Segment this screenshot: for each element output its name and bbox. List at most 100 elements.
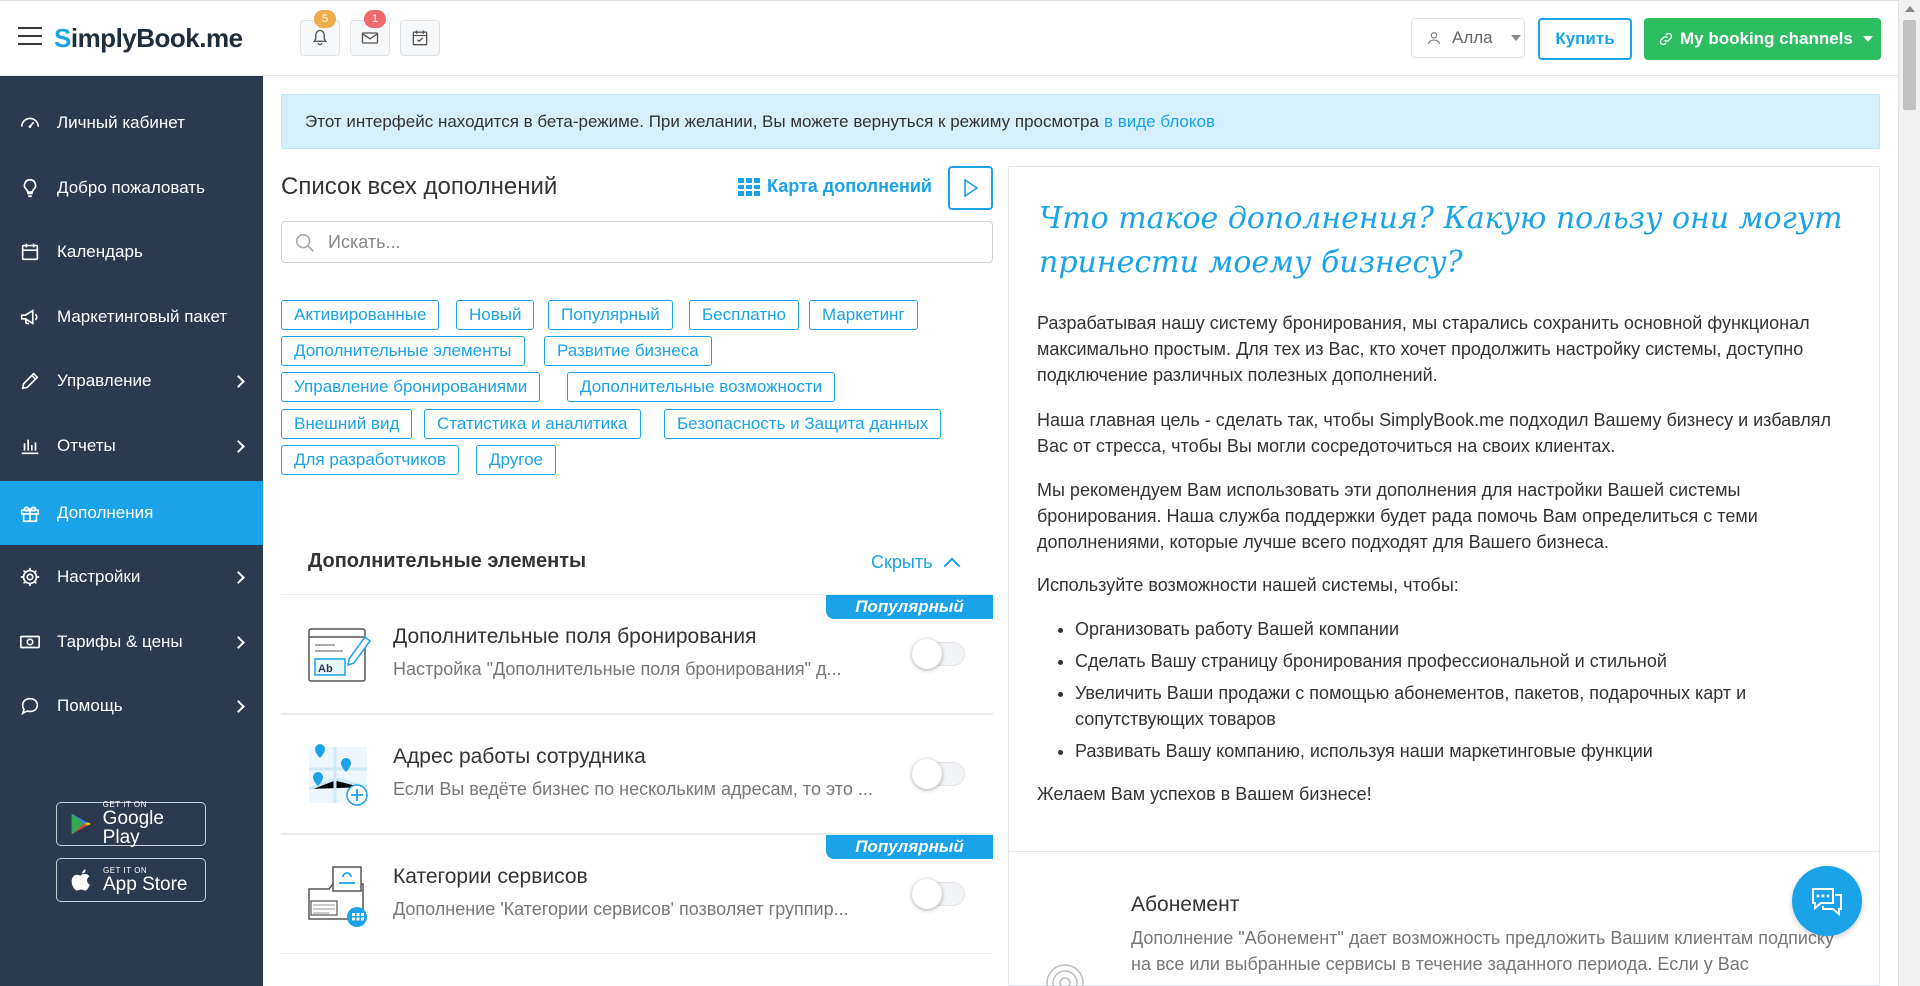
messages-count-badge: 1 (364, 10, 386, 28)
notifications-button[interactable]: 5 (300, 10, 340, 56)
chevron-right-icon (232, 635, 245, 649)
filter-tag[interactable]: Безопасность и Защита данных (664, 409, 942, 439)
sidebar-item-label: Календарь (57, 242, 143, 261)
user-menu-button[interactable]: Алла (1411, 18, 1525, 58)
google-play-icon (71, 813, 92, 835)
map-pins-icon (308, 744, 368, 806)
top-header: SimplyBook.me 5 1 Алла Купить My booking… (0, 0, 1898, 76)
addon-card[interactable]: Популярный Ab Дополнительные поля бронир… (281, 594, 993, 714)
search-icon (295, 233, 314, 252)
section-title: Дополнительные элементы (308, 550, 587, 572)
filter-tag[interactable]: Статистика и аналитика (424, 409, 641, 439)
filter-tag[interactable]: Популярный (548, 300, 673, 330)
sidebar-item-label: Помощь (57, 696, 123, 715)
filter-tag[interactable]: Дополнительные возможности (567, 372, 836, 402)
list-item: Организовать работу Вашей компании (1075, 616, 1855, 642)
sidebar-item-addons[interactable]: Дополнения (0, 481, 263, 545)
sidebar-item-dashboard[interactable]: Личный кабинет (0, 91, 263, 155)
booking-channels-button[interactable]: My booking channels (1644, 18, 1881, 60)
menu-toggle-icon[interactable] (18, 27, 42, 47)
addon-description: Настройка "Дополнительные поля бронирова… (393, 659, 842, 679)
sidebar: Личный кабинет Добро пожаловать Календар… (0, 76, 263, 986)
megaphone-icon (19, 306, 41, 328)
filter-tag[interactable]: Другое (476, 445, 557, 475)
filter-tag[interactable]: Управление бронированиями (281, 372, 541, 402)
form-fields-icon: Ab (308, 628, 372, 682)
gift-icon (19, 502, 41, 524)
sidebar-item-pricing[interactable]: Тарифы & цены (0, 610, 263, 674)
grid-icon (738, 177, 760, 196)
addons-info-panel: Что такое дополнения? Какую пользу они м… (1008, 166, 1880, 986)
filter-tag[interactable]: Маркетинг (809, 300, 918, 330)
info-paragraph: Мы рекомендуем Вам использовать эти допо… (1037, 480, 1758, 552)
filter-tag[interactable]: Дополнительные элементы (281, 336, 525, 366)
addons-map-label: Карта дополнений (767, 176, 932, 196)
list-item: Сделать Вашу страницу бронирования профе… (1075, 648, 1855, 674)
money-icon (19, 631, 41, 653)
chevron-down-icon (1510, 35, 1521, 41)
tasks-button[interactable] (400, 20, 440, 56)
sidebar-item-settings[interactable]: Настройки (0, 545, 263, 609)
beta-banner-text: Этот интерфейс находится в бета-режиме. … (305, 111, 1099, 131)
app-store-button[interactable]: GET IT ON App Store (56, 858, 206, 902)
popular-badge: Популярный (826, 835, 993, 859)
filter-tag[interactable]: Для разработчиков (281, 445, 459, 475)
addon-description: Дополнение "Абонемент" дает возможность … (1131, 928, 1835, 974)
play-video-button[interactable] (948, 166, 993, 210)
scroll-up-arrow-icon[interactable] (1905, 6, 1915, 12)
messages-button[interactable]: 1 (350, 10, 390, 56)
scrollbar-thumb[interactable] (1903, 20, 1916, 110)
divider (1009, 851, 1879, 852)
addons-search-input[interactable]: Искать... (281, 221, 993, 263)
chevron-right-icon (232, 439, 245, 453)
sidebar-item-label: Настройки (57, 567, 141, 586)
page-scrollbar[interactable] (1898, 0, 1920, 986)
filter-tag[interactable]: Новый (456, 300, 535, 330)
link-icon (1659, 32, 1673, 46)
list-item: Развивать Вашу компанию, используя наши … (1075, 738, 1855, 764)
filter-tag[interactable]: Активированные (281, 300, 440, 330)
app-logo[interactable]: SimplyBook.me (54, 23, 243, 54)
chevron-right-icon (232, 374, 245, 388)
info-paragraph: Используйте возможности нашей системы, ч… (1037, 575, 1459, 595)
calendar-icon (19, 241, 41, 263)
sidebar-item-welcome[interactable]: Добро пожаловать (0, 156, 263, 220)
sidebar-item-reports[interactable]: Отчеты (0, 414, 263, 478)
sidebar-item-label: Управление (57, 371, 152, 390)
addon-toggle[interactable] (912, 879, 965, 909)
info-paragraph: Желаем Вам успехов в Вашем бизнесе! (1037, 784, 1372, 804)
addon-description: Дополнение 'Категории сервисов' позволяе… (393, 899, 849, 919)
addon-title: Дополнительные поля бронирования (393, 625, 757, 648)
filter-tag[interactable]: Внешний вид (281, 409, 413, 439)
subscription-icon (1046, 964, 1084, 986)
sidebar-item-help[interactable]: Помощь (0, 674, 263, 738)
live-chat-button[interactable] (1792, 866, 1862, 936)
addon-card[interactable]: Популярный Категории сервисов Дополнение… (281, 834, 993, 954)
benefits-list: Организовать работу Вашей компании Сдела… (1075, 616, 1855, 770)
addons-map-link[interactable]: Карта дополнений (738, 176, 932, 197)
calendar-check-icon (412, 30, 428, 46)
addon-card[interactable]: Адрес работы сотрудника Если Вы ведёте б… (281, 714, 993, 834)
addon-title: Абонемент (1131, 893, 1240, 916)
apple-icon (71, 869, 90, 891)
svg-text:Ab: Ab (318, 663, 333, 675)
beta-banner: Этот интерфейс находится в бета-режиме. … (281, 94, 1880, 149)
buy-button[interactable]: Купить (1538, 18, 1632, 60)
hide-section-button[interactable]: Скрыть (871, 552, 961, 574)
google-play-button[interactable]: GET IT ON Google Play (56, 801, 206, 847)
sidebar-item-management[interactable]: Управление (0, 349, 263, 413)
addon-description: Если Вы ведёте бизнес по нескольким адре… (393, 779, 873, 799)
play-icon (963, 179, 978, 197)
sidebar-item-label: Отчеты (57, 436, 116, 455)
gear-icon (19, 566, 41, 588)
hide-section-label: Скрыть (871, 552, 933, 572)
addon-toggle[interactable] (912, 759, 965, 789)
sidebar-item-marketing[interactable]: Маркетинговый пакет (0, 285, 263, 349)
addon-toggle[interactable] (912, 639, 965, 669)
bell-icon (312, 29, 328, 46)
sidebar-item-calendar[interactable]: Календарь (0, 220, 263, 284)
filter-tag[interactable]: Развитие бизнеса (544, 336, 712, 366)
blocks-view-link[interactable]: в виде блоков (1104, 112, 1215, 132)
filter-tag[interactable]: Бесплатно (689, 300, 799, 330)
sidebar-item-label: Маркетинговый пакет (57, 307, 228, 326)
